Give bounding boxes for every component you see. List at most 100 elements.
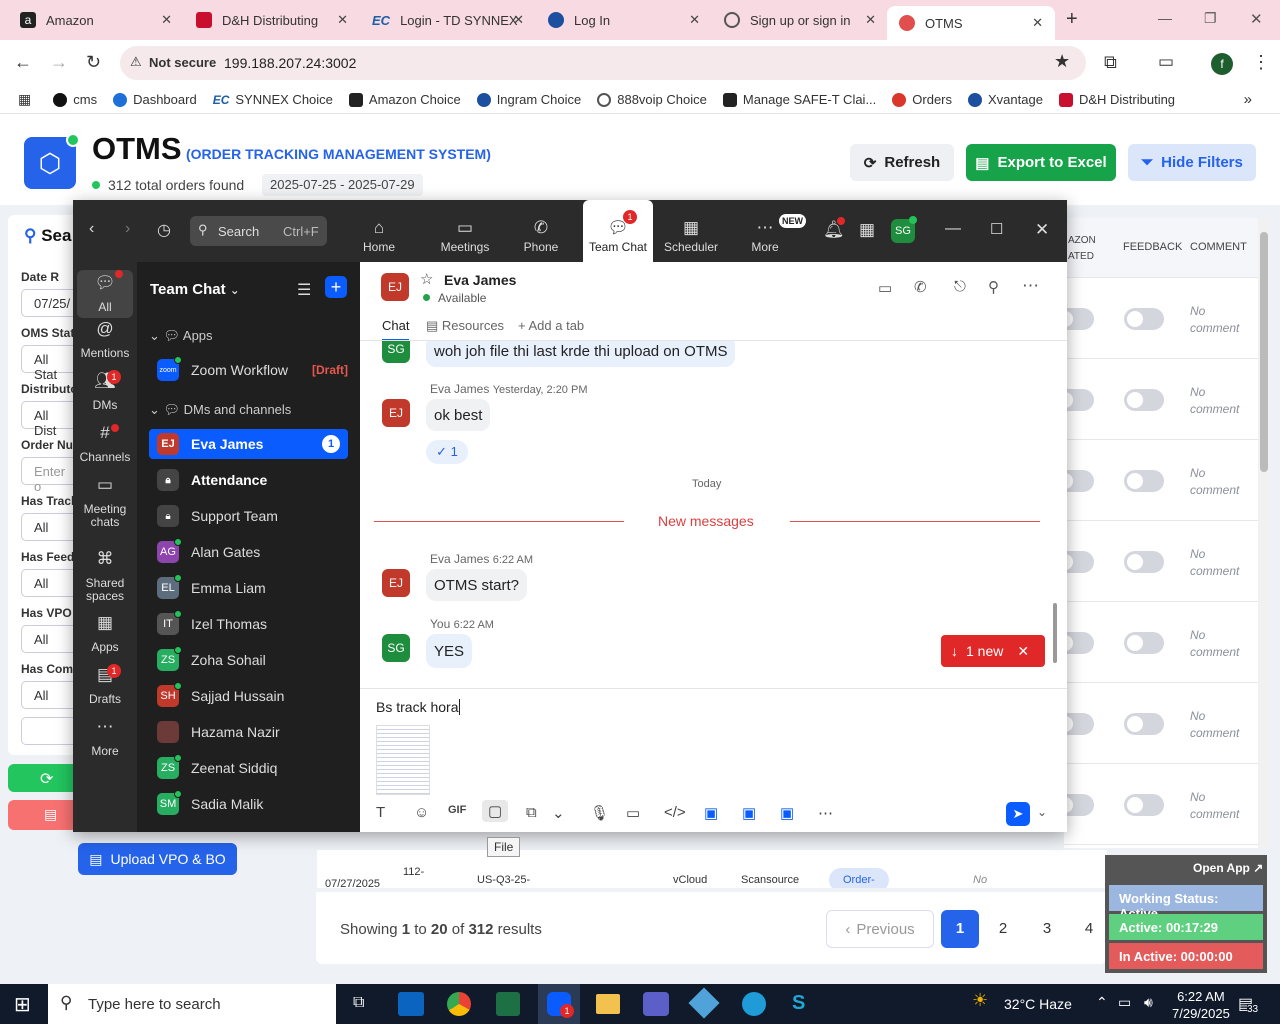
open-app-link[interactable]: Open App ↗ xyxy=(1193,861,1263,875)
bookmark-cms[interactable]: cms xyxy=(53,92,97,107)
more-bookmarks-icon[interactable]: » xyxy=(1244,91,1252,108)
new-tab-button[interactable]: + xyxy=(1066,8,1078,31)
omnibox[interactable]: ⚠ Not secure 199.188.207.24:3002 ★ xyxy=(120,46,1086,80)
chat-scrollbar-thumb[interactable] xyxy=(1053,603,1057,663)
sublime-icon[interactable]: S xyxy=(792,992,805,1015)
nav-scheduler[interactable]: ▦ Scheduler xyxy=(659,218,723,254)
app-icon[interactable] xyxy=(688,987,720,1019)
rail-meeting-chats[interactable]: ▭ Meeting chats xyxy=(73,476,137,529)
tray-chevron-icon[interactable]: ⌃ xyxy=(1096,994,1108,1011)
contact-eva-james[interactable]: EJ Eva James 1 xyxy=(149,429,348,459)
rail-shared-spaces[interactable]: ⌘ Shared spaces xyxy=(73,550,137,603)
page-3-button[interactable]: 3 xyxy=(1028,910,1066,948)
page-2-button[interactable]: 2 xyxy=(984,910,1022,948)
has-feedback-select[interactable]: All xyxy=(21,569,81,597)
bookmark-amazon[interactable]: Amazon Choice xyxy=(348,92,461,107)
feedback-toggle[interactable] xyxy=(1124,389,1164,411)
hide-filters-button[interactable]: ⏷ Hide Filters xyxy=(1128,144,1256,181)
chevron-down-icon[interactable]: ⌄ xyxy=(1037,805,1047,819)
close-window-icon[interactable]: ✕ xyxy=(1250,10,1263,28)
has-vpo-select[interactable]: All xyxy=(21,625,81,653)
tab-otms[interactable]: OTMS ✕ xyxy=(887,6,1055,40)
whiteboard-icon[interactable]: ▣ xyxy=(704,804,718,822)
table-row[interactable]: No comment xyxy=(1054,278,1258,359)
minimize-icon[interactable]: — xyxy=(1158,10,1172,26)
previous-page-button[interactable]: ‹ Previous xyxy=(826,910,934,948)
file-explorer-icon[interactable] xyxy=(596,994,620,1014)
feedback-toggle[interactable] xyxy=(1124,470,1164,492)
apps-grid-icon[interactable]: ▦ xyxy=(18,91,31,108)
gif-icon[interactable]: GIF xyxy=(448,804,466,816)
close-icon[interactable]: ✕ xyxy=(1035,220,1049,240)
bookmark-synnex[interactable]: EC SYNNEX Choice xyxy=(213,92,333,107)
more-options-icon[interactable]: ⋯ xyxy=(1022,276,1039,296)
menu-icon[interactable]: ⋮ xyxy=(1252,52,1270,73)
apps-section-header[interactable]: ⌄ 💬︎ Apps xyxy=(149,328,213,344)
history-icon[interactable]: ◷ xyxy=(157,220,171,240)
outlook-icon[interactable] xyxy=(398,992,424,1016)
search-icon[interactable]: ⚲ xyxy=(988,278,999,296)
bookmark-safet[interactable]: Manage SAFE-T Clai... xyxy=(722,92,876,107)
bookmark-dh[interactable]: D&H Distributing xyxy=(1058,92,1175,107)
page-1-button[interactable]: 1 xyxy=(941,910,979,948)
date-filter-input[interactable]: 07/25/ xyxy=(21,289,81,317)
text-format-icon[interactable]: T xyxy=(376,804,385,821)
has-tracking-select[interactable]: All xyxy=(21,513,81,541)
weather-text[interactable]: 32°C Haze xyxy=(1004,996,1072,1012)
contact-sadia-malik[interactable]: SM Sadia Malik xyxy=(149,789,348,819)
chrome-icon[interactable] xyxy=(447,992,471,1016)
close-icon[interactable]: ✕ xyxy=(161,12,172,28)
tab-login[interactable]: Log In ✕ xyxy=(536,0,712,40)
new-chat-button[interactable]: + xyxy=(325,276,347,298)
tab-dh[interactable]: D&H Distributing ✕ xyxy=(184,0,360,40)
filter-icon[interactable]: ☰ xyxy=(297,280,311,300)
zoom-workflow-item[interactable]: zoom Zoom Workflow [Draft] xyxy=(149,355,348,385)
table-row[interactable]: No comment xyxy=(1054,764,1258,845)
message-bubble[interactable]: YES xyxy=(426,634,473,668)
reset-filters-button[interactable]: ▤ xyxy=(8,800,78,830)
close-icon[interactable]: ✕ xyxy=(1017,643,1029,660)
tab-td-synnex[interactable]: EC Login - TD SYNNEX ✕ xyxy=(360,0,536,40)
contact-name[interactable]: Eva James xyxy=(444,272,516,288)
star-icon[interactable]: ☆ xyxy=(420,270,433,288)
file-icon[interactable]: ▢ xyxy=(482,800,509,822)
filter-extra-input[interactable] xyxy=(21,717,81,745)
tab-resources[interactable]: ▤ Resources xyxy=(426,318,504,334)
restore-icon[interactable]: ❐ xyxy=(1204,10,1217,27)
bookmark-orders[interactable]: Orders xyxy=(892,92,952,107)
feedback-toggle[interactable] xyxy=(1124,308,1164,330)
more-icon[interactable]: ⋯ xyxy=(818,804,833,822)
windows-start-icon[interactable]: ⊞ xyxy=(14,992,31,1017)
contact-zoha-sohail[interactable]: ZS Zoha Sohail xyxy=(149,645,348,675)
screenshot-icon[interactable]: ⧉ xyxy=(526,804,537,821)
app-icon[interactable]: ▣ xyxy=(742,804,756,822)
refresh-button[interactable]: ⟳ Refresh xyxy=(850,144,954,181)
back-icon[interactable]: ‹ xyxy=(89,220,94,238)
rail-dms[interactable]: 👥︎ DMs 1 xyxy=(73,370,137,412)
doc-icon[interactable]: ▣ xyxy=(780,804,794,822)
rail-drafts[interactable]: ▤ Drafts 1 xyxy=(73,664,137,706)
message-bubble[interactable]: ok best xyxy=(426,399,491,431)
feedback-toggle[interactable] xyxy=(1124,632,1164,654)
message-bubble[interactable]: woh joh file thi last krde thi upload on… xyxy=(426,341,736,367)
calendar-icon[interactable]: ▦ xyxy=(859,220,875,240)
network-icon[interactable]: ▭ xyxy=(1118,994,1131,1011)
attachment-thumbnail[interactable] xyxy=(376,725,430,795)
chevron-down-icon[interactable]: ⌄ xyxy=(552,804,565,822)
star-icon[interactable]: ★ xyxy=(1054,51,1070,72)
tab-amazon[interactable]: a Amazon ✕ xyxy=(8,0,184,40)
close-icon[interactable]: ✕ xyxy=(337,12,348,28)
new-message-pill[interactable]: ↓ 1 new ✕ xyxy=(941,635,1045,667)
task-view-icon[interactable]: ⧉ xyxy=(353,994,364,1012)
contact-attendance[interactable]: 🔒︎ Attendance xyxy=(149,465,348,495)
rail-more[interactable]: ⋯ More xyxy=(73,718,137,758)
row-status-badge[interactable]: Order- xyxy=(829,868,889,888)
contact-zeenat-siddiq[interactable]: ZS Zeenat Siddiq xyxy=(149,753,348,783)
code-icon[interactable]: </> xyxy=(664,804,686,821)
bookmark-888voip[interactable]: 888voip Choice xyxy=(597,92,707,107)
feedback-toggle[interactable] xyxy=(1124,551,1164,573)
nav-more[interactable]: ⋯ More NEW xyxy=(733,214,806,254)
bookmark-ingram[interactable]: Ingram Choice xyxy=(476,92,581,107)
contact-hazama-nazir[interactable]: Hazama Nazir xyxy=(149,717,348,747)
compose-input[interactable]: Bs track hora xyxy=(376,699,461,715)
